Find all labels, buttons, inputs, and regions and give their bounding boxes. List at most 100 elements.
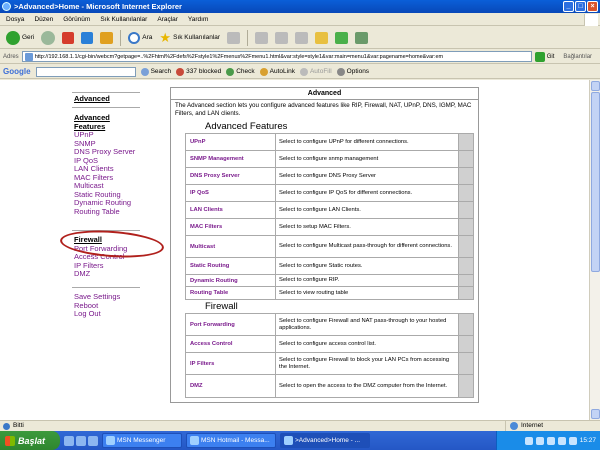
google-search-input[interactable] xyxy=(35,66,136,77)
advanced-features-table: UPnP Select to configure UPnP for differe… xyxy=(185,133,474,300)
advanced-row-link[interactable]: Dynamic Routing xyxy=(186,275,276,286)
status-text: Bitti xyxy=(13,422,24,429)
menu-tools[interactable]: Araçlar xyxy=(157,14,178,25)
firewall-row-description: Select to open the access to the DMZ com… xyxy=(276,375,459,397)
advanced-row-spacer xyxy=(459,275,473,286)
search-button[interactable]: Ara xyxy=(126,29,154,47)
scroll-down-arrow[interactable] xyxy=(591,409,600,419)
quick-launch-ie-icon[interactable] xyxy=(64,435,74,446)
tray-icon[interactable] xyxy=(568,436,577,445)
nav-item-log-out[interactable]: Log Out xyxy=(74,309,120,319)
firewall-row: IP Filters Select to configure Firewall t… xyxy=(186,353,473,375)
clock[interactable]: 15:27 xyxy=(580,437,596,444)
advanced-row-link[interactable]: Routing Table xyxy=(186,287,276,299)
quick-launch-desktop-icon[interactable] xyxy=(76,435,86,446)
stop-button[interactable] xyxy=(60,29,76,47)
tray-icon[interactable] xyxy=(524,436,533,445)
autolink-button[interactable]: AutoLink xyxy=(259,67,295,76)
advanced-row-link[interactable]: LAN Clients xyxy=(186,202,276,218)
go-button[interactable]: Git xyxy=(534,51,554,62)
autofill-icon xyxy=(299,67,308,76)
hotmail-icon xyxy=(190,436,199,445)
menu-view[interactable]: Görünüm xyxy=(63,14,90,25)
options-button[interactable]: Options xyxy=(336,67,369,76)
menu-favorites[interactable]: Sık Kullanılanlar xyxy=(100,14,147,25)
back-button[interactable]: Geri xyxy=(4,29,36,47)
options-icon xyxy=(336,67,345,76)
address-input[interactable]: http://192.168.1.1/cgi-bin/webcm?getpage… xyxy=(21,51,532,62)
nav-item-dmz[interactable]: DMZ xyxy=(74,269,127,279)
google-logo[interactable]: Google xyxy=(3,67,31,76)
task-msn-hotmail[interactable]: MSN Hotmail - Messa... xyxy=(186,433,276,448)
nav-advanced-group: Advanced Features UPnP SNMP DNS Proxy Se… xyxy=(74,113,135,217)
task-msn-messenger[interactable]: MSN Messenger xyxy=(102,433,182,448)
spell-check-button[interactable]: Check xyxy=(226,67,255,76)
tool-button[interactable] xyxy=(353,29,370,47)
edit-button[interactable] xyxy=(293,29,310,47)
advanced-row-description: Select to configure snmp management xyxy=(276,151,459,167)
advanced-row-link[interactable]: Static Routing xyxy=(186,258,276,274)
tray-icon[interactable] xyxy=(546,436,555,445)
home-button[interactable] xyxy=(98,29,115,47)
advanced-row-link[interactable]: SNMP Management xyxy=(186,151,276,167)
autofill-button[interactable]: AutoFill xyxy=(299,67,332,76)
firewall-row-link[interactable]: Port Forwarding xyxy=(186,314,276,335)
advanced-row: DNS Proxy Server Select to configure DNS … xyxy=(186,168,473,185)
menu-file[interactable]: Dosya xyxy=(6,14,24,25)
nav-heading-advanced[interactable]: Advanced xyxy=(74,94,110,104)
menu-edit[interactable]: Düzen xyxy=(34,14,53,25)
advanced-row-spacer xyxy=(459,185,473,201)
left-navigation: Advanced Advanced Features UPnP SNMP DNS… xyxy=(0,80,165,420)
advanced-row-link[interactable]: Multicast xyxy=(186,236,276,257)
tray-icon[interactable] xyxy=(557,436,566,445)
favorites-button[interactable]: ★ Sık Kullanılanlar xyxy=(157,29,222,47)
advanced-row-link[interactable]: DNS Proxy Server xyxy=(186,168,276,184)
firewall-row-link[interactable]: Access Control xyxy=(186,336,276,352)
scroll-thumb[interactable] xyxy=(591,92,600,272)
search-label: Ara xyxy=(142,34,153,41)
minimize-button[interactable]: _ xyxy=(563,1,574,12)
messenger-button[interactable] xyxy=(333,29,350,47)
firewall-row-link[interactable]: DMZ xyxy=(186,375,276,397)
tray-icon[interactable] xyxy=(535,436,544,445)
autolink-label: AutoLink xyxy=(269,68,295,75)
scroll-up-arrow[interactable] xyxy=(591,81,600,91)
nav-item-routing-table[interactable]: Routing Table xyxy=(74,207,135,217)
firewall-row-link[interactable]: IP Filters xyxy=(186,353,276,374)
vertical-scrollbar[interactable] xyxy=(589,80,600,420)
advanced-row-spacer xyxy=(459,134,473,150)
close-button[interactable]: × xyxy=(587,1,598,12)
firewall-row-spacer xyxy=(459,375,473,397)
maximize-button[interactable]: □ xyxy=(575,1,586,12)
start-button[interactable]: Başlat xyxy=(0,431,60,450)
print-button[interactable] xyxy=(273,29,290,47)
address-bar: Adres http://192.168.1.1/cgi-bin/webcm?g… xyxy=(0,50,600,64)
advanced-row-link[interactable]: IP QoS xyxy=(186,185,276,201)
history-button[interactable] xyxy=(225,29,242,47)
advanced-row: LAN Clients Select to configure LAN Clien… xyxy=(186,202,473,219)
advanced-row: Dynamic Routing Select to configure RIP. xyxy=(186,275,473,287)
internet-zone-icon xyxy=(510,422,518,430)
address-url: http://192.168.1.1/cgi-bin/webcm?getpage… xyxy=(34,54,444,60)
back-label: Geri xyxy=(22,34,35,41)
menu-help[interactable]: Yardım xyxy=(188,14,208,25)
advanced-row-link[interactable]: UPnP xyxy=(186,134,276,150)
refresh-button[interactable] xyxy=(79,29,95,47)
task-advanced-home[interactable]: >Advanced>Home - ... xyxy=(280,433,370,448)
advanced-panel: Advanced The Advanced section lets you c… xyxy=(170,87,479,403)
google-search-button[interactable]: Search xyxy=(140,67,171,76)
folder-button[interactable] xyxy=(313,29,330,47)
advanced-row-link[interactable]: MAC Filters xyxy=(186,219,276,235)
mail-button[interactable] xyxy=(253,29,270,47)
popup-blocked-button[interactable]: 337 blocked xyxy=(176,67,221,76)
standard-toolbar: Geri Ara ★ Sık Kullanılanlar xyxy=(0,27,600,49)
nav-divider xyxy=(72,287,140,288)
nav-heading-advanced-features[interactable]: Advanced Features xyxy=(74,113,120,131)
quick-launch-media-icon[interactable] xyxy=(88,435,98,446)
star-icon: ★ xyxy=(159,29,172,45)
links-label[interactable]: Bağlantılar xyxy=(563,54,592,60)
popup-blocker-icon xyxy=(176,67,185,76)
task-label: MSN Messenger xyxy=(117,437,166,444)
start-label: Başlat xyxy=(18,435,46,446)
forward-button[interactable] xyxy=(39,29,57,47)
